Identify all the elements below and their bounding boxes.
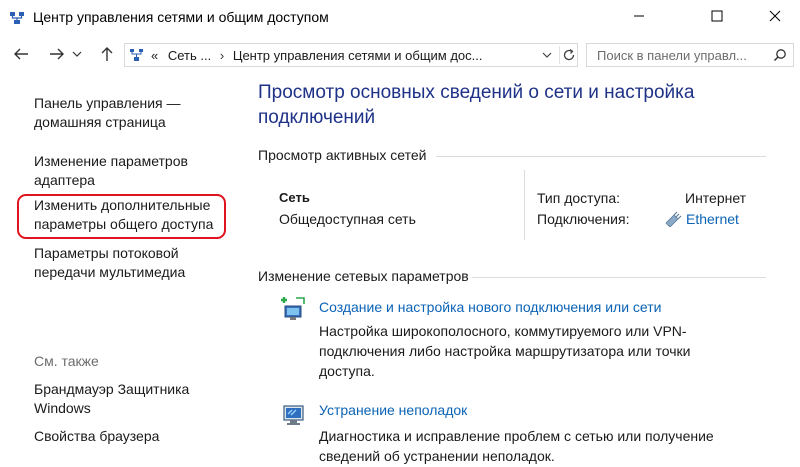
section-divider [472,277,766,278]
sidebar-item-firewall[interactable]: Брандмауэр Защитника Windows [34,380,204,418]
control-panel-icon [130,49,143,61]
highlight-frame [17,194,226,239]
back-button[interactable] [10,44,32,64]
page-title: Просмотр основных сведений о сети и наст… [258,82,695,128]
up-button[interactable] [96,44,118,64]
new-connection-description: Настройка широкополосного, коммутируемог… [319,323,691,379]
breadcrumb-prefix[interactable]: « [151,48,158,63]
troubleshoot-link[interactable]: Устранение неполадок [319,402,467,418]
ethernet-link[interactable]: Ethernet [686,211,739,227]
sidebar-item-home[interactable]: Панель управления — домашняя страница [34,94,204,132]
search-input[interactable]: Поиск в панели управл... [586,43,794,67]
close-button[interactable] [752,0,798,32]
maximize-button[interactable] [694,0,740,32]
sidebar-item-streaming[interactable]: Параметры потоковой передачи мультимедиа [34,244,214,282]
troubleshoot-icon [283,405,304,425]
search-placeholder: Поиск в панели управл... [597,48,747,63]
access-type-value: Интернет [685,190,747,206]
recent-locations-button[interactable] [70,44,84,64]
breadcrumb-network[interactable]: Сеть ... [168,48,211,63]
network-center-icon [10,12,24,24]
search-icon[interactable] [773,48,787,62]
chevron-down-icon[interactable] [539,47,555,63]
forward-button[interactable] [46,44,68,64]
troubleshoot-description: Диагностика и исправление проблем с сеть… [319,428,714,464]
sidebar-item-adapter[interactable]: Изменение параметров адаптера [34,152,214,190]
minimize-icon [634,15,644,17]
new-connection-link[interactable]: Создание и настройка нового подключения … [319,299,661,315]
breadcrumb-separator: › [219,48,225,63]
forward-arrow-icon [50,48,64,60]
title-bar: Центр управления сетями и общим доступом [0,0,800,36]
breadcrumb: « Сеть ... › Центр управления сетями и о… [151,48,482,63]
address-bar[interactable]: « Сеть ... › Центр управления сетями и о… [124,43,578,67]
close-icon [769,10,781,22]
sidebar-item-browser[interactable]: Свойства браузера [34,427,159,446]
section-divider [436,156,766,157]
new-connection-icon [281,297,305,320]
breadcrumb-current[interactable]: Центр управления сетями и общим дос... [233,48,483,63]
maximize-icon [711,10,723,22]
network-category: Общедоступная сеть [279,211,416,227]
window-title: Центр управления сетями и общим доступом [33,9,329,25]
back-arrow-icon [14,48,28,60]
refresh-icon[interactable] [559,46,578,64]
connections-label: Подключения: [537,211,630,227]
up-arrow-icon [101,47,113,61]
network-name: Сеть [279,190,310,205]
active-networks-title: Просмотр активных сетей [258,147,427,163]
ethernet-icon [665,211,682,227]
minimize-button[interactable] [616,0,662,32]
access-type-label: Тип доступа: [537,190,621,206]
vertical-divider [524,170,525,240]
chevron-down-icon [72,51,82,57]
see-also-heading: См. также [34,353,99,369]
change-settings-title: Изменение сетевых параметров [258,268,469,284]
